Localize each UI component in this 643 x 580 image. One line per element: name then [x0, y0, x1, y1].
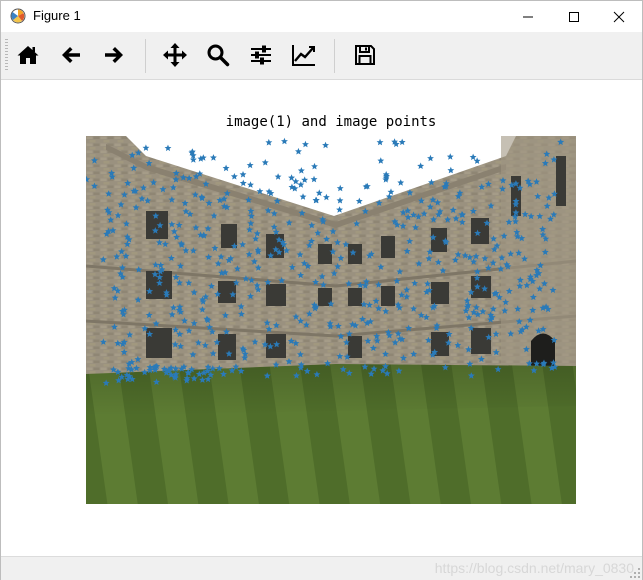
save-icon — [355, 45, 375, 65]
status-bar: https://blog.csdn.net/mary_0830 — [1, 556, 642, 580]
title-bar: Figure 1 — [1, 1, 642, 32]
save-button[interactable] — [348, 38, 382, 72]
figure-canvas[interactable]: image(1) and image points — [1, 80, 642, 556]
sliders-icon — [251, 45, 271, 65]
minimize-button[interactable] — [505, 1, 551, 32]
arrow-right-icon — [105, 47, 123, 63]
matplotlib-app-icon — [10, 8, 26, 24]
move-icon — [163, 43, 187, 67]
image-axes[interactable] — [86, 136, 576, 504]
subplots-button[interactable] — [244, 38, 278, 72]
plot-title: image(1) and image points — [225, 114, 437, 130]
pan-button[interactable] — [158, 38, 192, 72]
toolbar-separator — [145, 39, 146, 73]
minimize-icon — [523, 16, 533, 17]
resize-grip-icon[interactable] — [630, 568, 640, 578]
close-button[interactable] — [596, 1, 642, 32]
line-chart-icon — [292, 45, 315, 66]
zoom-icon — [207, 44, 230, 67]
close-icon — [613, 11, 625, 22]
maximize-icon — [569, 11, 579, 22]
home-icon — [17, 46, 39, 64]
maximize-button[interactable] — [551, 1, 597, 32]
zoom-button[interactable] — [201, 38, 235, 72]
window-title: Figure 1 — [33, 8, 81, 23]
forward-button[interactable] — [97, 38, 131, 72]
watermark-text: https://blog.csdn.net/mary_0830 — [434, 560, 634, 576]
navigation-toolbar — [1, 32, 642, 80]
arrow-left-icon — [62, 47, 80, 63]
home-button[interactable] — [11, 38, 45, 72]
toolbar-separator — [334, 39, 335, 73]
back-button[interactable] — [54, 38, 88, 72]
figure-window: Figure 1 image(1) and image points https… — [0, 0, 643, 580]
toolbar-grip[interactable] — [5, 39, 8, 71]
edit-axes-button[interactable] — [287, 38, 321, 72]
courtyard-photo — [86, 136, 576, 504]
